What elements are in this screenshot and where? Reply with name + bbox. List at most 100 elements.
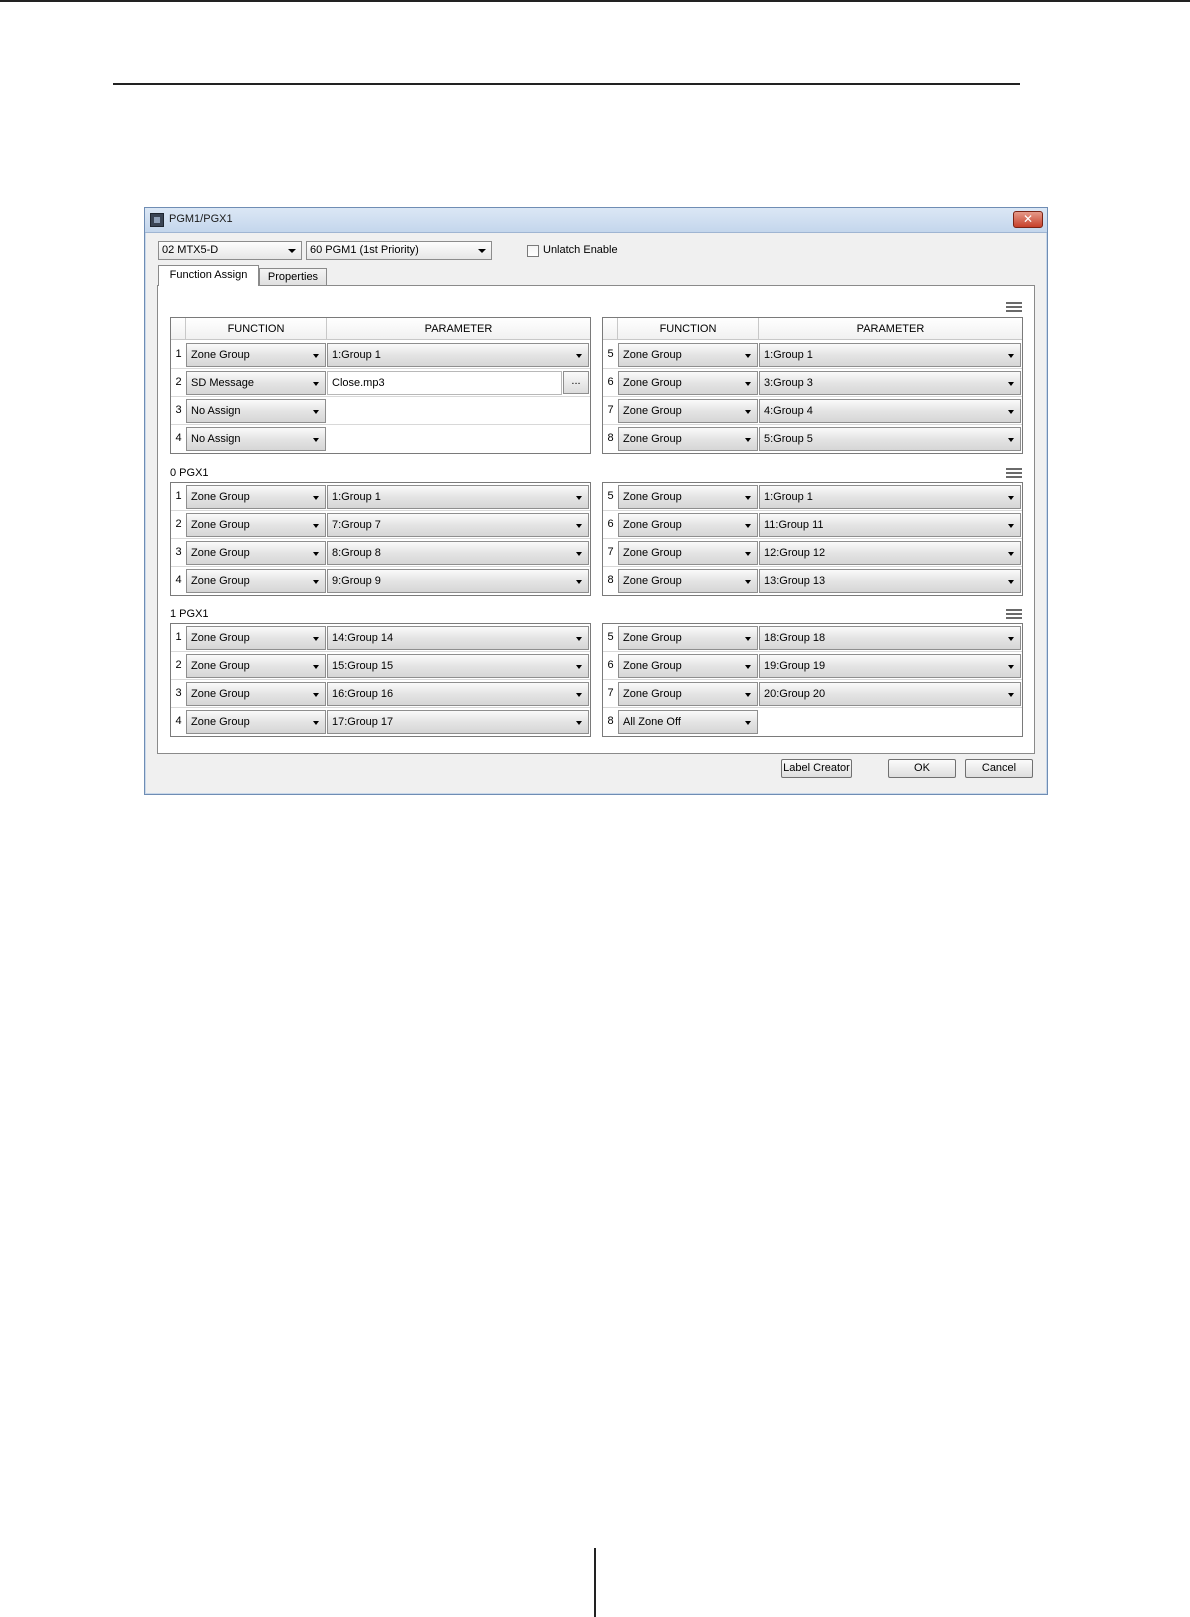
close-button[interactable]: ✕ [1013, 211, 1043, 228]
chevron-down-icon [1008, 438, 1014, 442]
function-dropdown[interactable]: Zone Group [186, 626, 326, 650]
parameter-dropdown[interactable]: 1:Group 1 [759, 343, 1021, 367]
unlatch-enable-checkbox[interactable] [527, 245, 539, 257]
parameter-dropdown[interactable]: 9:Group 9 [327, 569, 589, 593]
assign-row: 2 Zone Group 15:Group 15 [171, 652, 590, 680]
assign-grid-left: 1 Zone Group 14:Group 14 2 Zone Group 15:Grou… [170, 623, 591, 737]
chevron-down-icon [576, 496, 582, 500]
parameter-dropdown[interactable]: 19:Group 19 [759, 654, 1021, 678]
parameter-dropdown[interactable]: 14:Group 14 [327, 626, 589, 650]
function-value: Zone Group [191, 575, 250, 587]
function-dropdown[interactable]: Zone Group [618, 654, 758, 678]
function-value: Zone Group [623, 688, 682, 700]
parameter-value: 8:Group 8 [332, 547, 381, 559]
chevron-down-icon [1008, 693, 1014, 697]
function-value: SD Message [191, 377, 254, 389]
parameter-dropdown[interactable]: 1:Group 1 [327, 485, 589, 509]
function-dropdown[interactable]: Zone Group [618, 513, 758, 537]
assign-grid-left: 1 Zone Group 1:Group 1 2 Zone Group 7:Group 7… [170, 482, 591, 596]
assign-row: 7 Zone Group 20:Group 20 [603, 680, 1022, 708]
function-dropdown[interactable]: Zone Group [186, 485, 326, 509]
label-creator-button[interactable]: Label Creator [781, 759, 852, 778]
function-dropdown[interactable]: Zone Group [618, 399, 758, 423]
chevron-down-icon [288, 249, 296, 253]
unlatch-enable-label: Unlatch Enable [543, 244, 618, 256]
device-select[interactable]: 02 MTX5-D [158, 241, 302, 260]
function-value: Zone Group [191, 632, 250, 644]
assign-row: 8 All Zone Off [603, 708, 1022, 736]
parameter-dropdown[interactable]: 7:Group 7 [327, 513, 589, 537]
function-dropdown[interactable]: SD Message [186, 371, 326, 395]
parameter-dropdown[interactable]: 18:Group 18 [759, 626, 1021, 650]
parameter-dropdown[interactable]: 17:Group 17 [327, 710, 589, 734]
function-dropdown[interactable]: Zone Group [618, 427, 758, 451]
ok-button[interactable]: OK [888, 759, 956, 778]
parameter-file-field[interactable]: Close.mp3 [327, 371, 562, 395]
assign-row: 5 Zone Group 1:Group 1 [603, 483, 1022, 511]
chevron-down-icon [313, 354, 319, 358]
tab-properties[interactable]: Properties [259, 268, 327, 286]
function-dropdown[interactable]: No Assign [186, 399, 326, 423]
parameter-dropdown[interactable]: 20:Group 20 [759, 682, 1021, 706]
section-label-0-pgx1: 0 PGX1 [170, 467, 209, 479]
parameter-dropdown[interactable]: 4:Group 4 [759, 399, 1021, 423]
assign-row: 4 Zone Group 9:Group 9 [171, 567, 590, 595]
assign-row: 6 Zone Group 11:Group 11 [603, 511, 1022, 539]
function-dropdown[interactable]: All Zone Off [618, 710, 758, 734]
function-dropdown[interactable]: Zone Group [186, 710, 326, 734]
function-dropdown[interactable]: Zone Group [186, 682, 326, 706]
parameter-dropdown[interactable]: 13:Group 13 [759, 569, 1021, 593]
parameter-value: 20:Group 20 [764, 688, 826, 700]
chevron-down-icon [313, 410, 319, 414]
function-value: All Zone Off [623, 716, 681, 728]
parameter-dropdown[interactable]: 16:Group 16 [327, 682, 589, 706]
parameter-dropdown[interactable]: 3:Group 3 [759, 371, 1021, 395]
assign-row: 1 Zone Group 1:Group 1 [171, 341, 590, 369]
section-menu-icon[interactable] [1006, 302, 1022, 312]
function-dropdown[interactable]: Zone Group [618, 485, 758, 509]
function-dropdown[interactable]: Zone Group [186, 343, 326, 367]
parameter-value: 14:Group 14 [332, 632, 394, 644]
parameter-dropdown[interactable]: 1:Group 1 [759, 485, 1021, 509]
parameter-dropdown[interactable]: 1:Group 1 [327, 343, 589, 367]
function-dropdown[interactable]: Zone Group [618, 343, 758, 367]
function-value: Zone Group [191, 491, 250, 503]
function-dropdown[interactable]: No Assign [186, 427, 326, 451]
chevron-down-icon [745, 524, 751, 528]
parameter-dropdown[interactable]: 11:Group 11 [759, 513, 1021, 537]
chevron-down-icon [313, 524, 319, 528]
row-number: 1 [175, 490, 182, 502]
parameter-dropdown[interactable]: 12:Group 12 [759, 541, 1021, 565]
function-dropdown[interactable]: Zone Group [618, 541, 758, 565]
id-select[interactable]: 60 PGM1 (1st Priority) [306, 241, 492, 260]
function-dropdown[interactable]: Zone Group [186, 541, 326, 565]
chevron-down-icon [745, 552, 751, 556]
parameter-value: 13:Group 13 [764, 575, 826, 587]
function-dropdown[interactable]: Zone Group [618, 569, 758, 593]
chevron-down-icon [313, 721, 319, 725]
chevron-down-icon [478, 249, 486, 253]
assign-grid-left: FUNCTION PARAMETER 1 Zone Group 1:Group 1 2 SD… [170, 317, 591, 454]
section-label-1-pgx1: 1 PGX1 [170, 608, 209, 620]
section-menu-icon[interactable] [1006, 609, 1022, 619]
row-number: 2 [175, 518, 182, 530]
function-value: Zone Group [623, 519, 682, 531]
function-dropdown[interactable]: Zone Group [186, 569, 326, 593]
function-dropdown[interactable]: Zone Group [186, 654, 326, 678]
function-dropdown[interactable]: Zone Group [186, 513, 326, 537]
chevron-down-icon [745, 693, 751, 697]
chevron-down-icon [745, 354, 751, 358]
page-header-rule [113, 83, 1020, 85]
function-dropdown[interactable]: Zone Group [618, 371, 758, 395]
function-dropdown[interactable]: Zone Group [618, 682, 758, 706]
parameter-dropdown[interactable]: 15:Group 15 [327, 654, 589, 678]
chevron-down-icon [313, 552, 319, 556]
parameter-dropdown[interactable]: 8:Group 8 [327, 541, 589, 565]
browse-button[interactable]: ... [563, 371, 589, 394]
parameter-dropdown[interactable]: 5:Group 5 [759, 427, 1021, 451]
tab-function-assign[interactable]: Function Assign [158, 265, 259, 286]
parameter-value: 15:Group 15 [332, 660, 394, 672]
function-dropdown[interactable]: Zone Group [618, 626, 758, 650]
cancel-button[interactable]: Cancel [965, 759, 1033, 778]
section-menu-icon[interactable] [1006, 468, 1022, 478]
